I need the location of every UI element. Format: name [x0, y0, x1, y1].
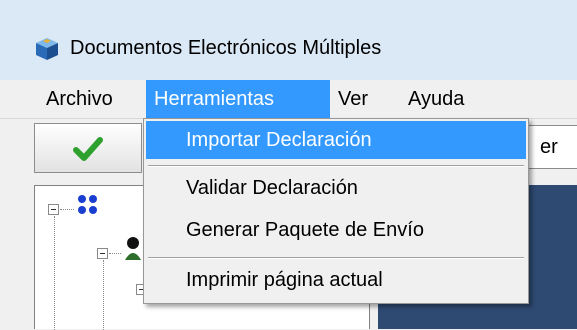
menu-item-imprimir[interactable]: Imprimir página actual	[146, 261, 526, 299]
person-icon	[125, 237, 141, 260]
menu-herramientas[interactable]: Herramientas	[146, 80, 330, 118]
menu-separator	[148, 165, 524, 167]
menu-item-generar-paquete[interactable]: Generar Paquete de Envío	[146, 211, 526, 249]
green-checkmark-icon	[73, 137, 103, 161]
menu-separator	[148, 257, 524, 259]
combo-text: er	[540, 136, 558, 158]
tree-connector	[103, 260, 104, 330]
blue-dots-icon	[78, 195, 97, 214]
tree-expander-child[interactable]	[97, 248, 108, 259]
menu-item-importar[interactable]: Importar Declaración	[146, 121, 526, 159]
confirm-button[interactable]	[34, 123, 142, 173]
tree-connector	[60, 209, 74, 210]
menu-ver[interactable]: Ver	[330, 80, 376, 118]
toolbar-combo[interactable]: er	[527, 125, 577, 169]
tree-expander-root[interactable]	[48, 204, 59, 215]
blue-cube-icon	[36, 38, 58, 60]
title-bar: Documentos Electrónicos Múltiples	[0, 0, 577, 80]
menu-archivo[interactable]: Archivo	[38, 80, 121, 118]
menu-item-validar[interactable]: Validar Declaración	[146, 169, 526, 207]
menu-bar: Archivo Herramientas Ver Ayuda	[0, 80, 577, 119]
tree-connector	[109, 253, 121, 254]
menu-ayuda[interactable]: Ayuda	[400, 80, 472, 118]
herramientas-dropdown: Importar Declaración Validar Declaración…	[143, 118, 529, 304]
tree-connector	[54, 216, 55, 330]
window-title: Documentos Electrónicos Múltiples	[70, 37, 382, 59]
